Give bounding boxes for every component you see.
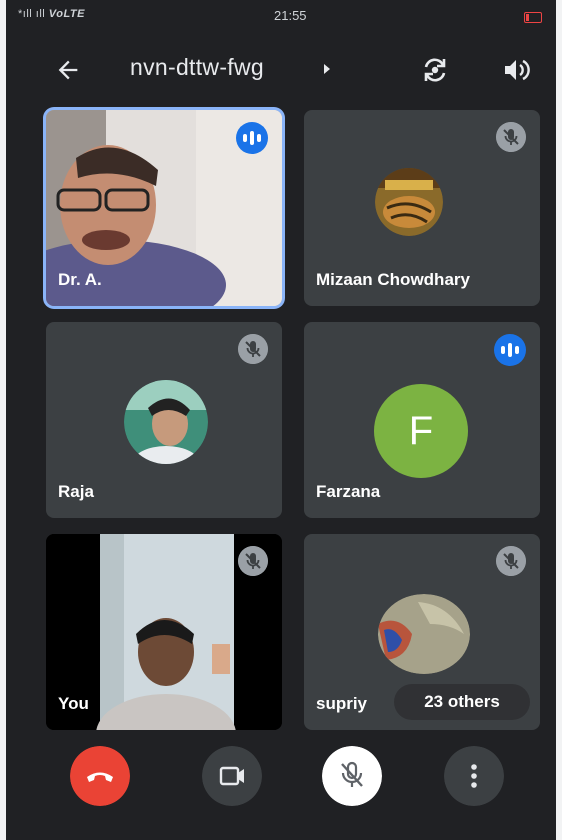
clock: 21:55: [274, 8, 307, 23]
participant-tile[interactable]: Raja: [46, 322, 282, 518]
speaker-icon[interactable]: [502, 57, 530, 83]
more-options-button[interactable]: [444, 746, 504, 806]
mic-off-icon: [238, 334, 268, 364]
end-call-button[interactable]: [70, 746, 130, 806]
avatar: [375, 168, 443, 236]
participant-tile[interactable]: Mizaan Chowdhary: [304, 110, 540, 306]
mic-off-icon: [238, 546, 268, 576]
signal-indicator: *ıll ıll VoLTE: [18, 8, 85, 20]
status-bar: *ıll ıll VoLTE 21:55: [6, 0, 556, 34]
meeting-code[interactable]: nvn-dttw-fwg: [130, 54, 264, 81]
mic-toggle-button[interactable]: [322, 746, 382, 806]
avatar: F: [374, 384, 468, 478]
network-type: VoLTE: [48, 8, 85, 20]
participant-name: You: [58, 694, 89, 713]
others-count-chip[interactable]: 23 others: [394, 684, 530, 720]
participant-name: Dr. A.: [58, 270, 102, 289]
speaking-indicator-icon: [236, 122, 268, 154]
participant-name: Raja: [58, 482, 94, 501]
participant-name: supriy: [316, 694, 368, 713]
camera-toggle-button[interactable]: [202, 746, 262, 806]
mic-off-icon: [496, 546, 526, 576]
participant-tile[interactable]: You: [46, 534, 282, 730]
avatar: [378, 594, 470, 674]
speaking-indicator-icon: [494, 334, 526, 366]
meet-call-screen: *ıll ıll VoLTE 21:55 nvn-dttw-fwg Dr. A.…: [6, 0, 556, 840]
participant-name: Farzana: [316, 482, 381, 501]
battery-icon: [524, 12, 542, 23]
more-vert-icon: [471, 764, 477, 788]
participant-name: Mizaan Chowdhary: [316, 270, 470, 289]
avatar: [124, 380, 208, 464]
chevron-right-icon[interactable]: [324, 64, 330, 74]
mic-off-icon: [496, 122, 526, 152]
back-arrow-icon[interactable]: [54, 56, 82, 84]
switch-camera-icon[interactable]: [420, 55, 450, 85]
participant-tile[interactable]: F Farzana: [304, 322, 540, 518]
app-bar: nvn-dttw-fwg: [6, 40, 556, 100]
participant-tile[interactable]: Dr. A.: [46, 110, 282, 306]
